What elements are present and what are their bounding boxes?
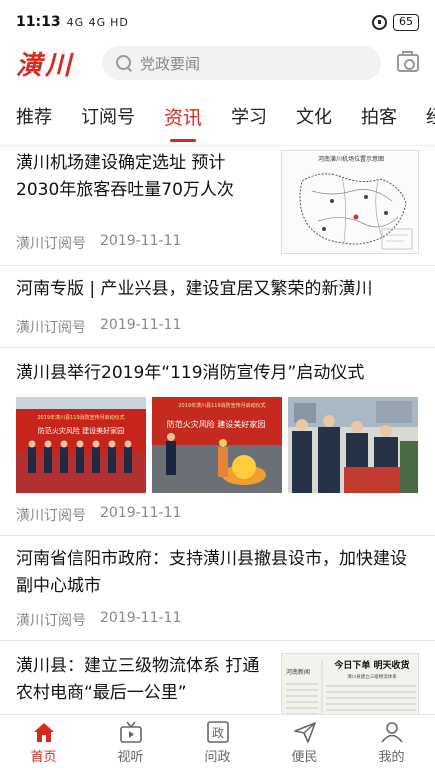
nav-home[interactable]: 首页 [0,715,87,770]
news-date: 2019-11-11 [100,505,182,521]
app-header: 潢川 党政要闻 [0,44,435,82]
map-title: 河南潢川机场位置示意图 [318,155,384,163]
tab-economy[interactable]: 经济 [426,101,435,135]
search-input[interactable]: 党政要闻 [102,46,381,80]
nav-media[interactable]: 视听 [87,715,174,770]
nav-label: 视听 [117,750,144,765]
news-source: 潢川订阅号 [16,320,86,336]
news-title: 河南省信阳市政府：支持潢川县撤县设市，加快建设副中心城市 [16,549,407,596]
news-source: 潢川订阅号 [16,236,86,252]
search-placeholder: 党政要闻 [140,54,201,73]
tv-icon [118,720,144,744]
nav-label: 首页 [30,750,57,765]
user-icon [379,720,405,744]
nav-mine[interactable]: 我的 [348,715,435,770]
news-title: 潢川县：建立三级物流体系 打通农村电商“最后一公里” [16,656,260,703]
photo-banner-text: 2019年潢川县119消防宣传月启动仪式 [37,414,124,421]
home-icon [31,720,57,744]
status-time: 11:13 [16,14,61,30]
news-title: 潢川县举行2019年“119消防宣传月”启动仪式 [16,363,365,383]
svg-text:政: 政 [211,726,223,740]
newspaper-section: 河南新闻 [286,668,310,676]
app-logo: 潢川 [16,50,75,81]
nav-label: 问政 [204,750,231,765]
signal-icon: 4G 4G [66,15,107,29]
photo-banner-text: 2019年潢川县119消防宣传月启动仪式 [178,402,265,409]
nav-inquiry[interactable]: 政 问政 [174,715,261,770]
news-item[interactable]: 河南省信阳市政府：支持潢川县撤县设市，加快建设副中心城市 潢川订阅号 2019-… [0,536,435,641]
newspaper-thumbnail: 河南新闻 今日下单 明天收货 潢川县建立三级物流体系 [281,653,419,714]
event-photo: 2019年潢川县119消防宣传月启动仪式 防范火灾风险 建设美好家园 [16,397,146,493]
nav-label: 便民 [291,750,318,765]
photo-banner-slogan: 防范火灾风险 建设美好家园 [167,419,266,429]
news-item[interactable]: 潢川机场建设确定选址 预计2030年旅客吞吐量70万人次 潢川订阅号 2019-… [0,138,435,266]
photo-banner-slogan: 防范火灾风险 建设美好家园 [38,426,124,435]
news-item[interactable]: 潢川县：建立三级物流体系 打通农村电商“最后一公里” 河南新闻 今日下单 明天收… [0,641,435,714]
battery-icon: 65 [393,13,419,31]
news-date: 2019-11-11 [100,610,182,626]
news-date: 2019-11-11 [100,317,182,333]
search-icon [116,55,132,71]
news-title: 河南专版 | 产业兴县，建设宜居又繁荣的新潢川 [16,279,373,299]
news-source: 潢川订阅号 [16,613,86,629]
news-title: 潢川机场建设确定选址 预计2030年旅客吞吐量70万人次 [16,153,234,200]
bottom-nav: 首页 视听 政 问政 便民 我的 [0,714,435,770]
newspaper-headline: 今日下单 明天收货 [333,659,409,671]
send-icon [292,720,318,744]
event-photo: 2019年潢川县119消防宣传月启动仪式 防范火灾风险 建设美好家园 [152,397,282,493]
map-thumbnail: 河南潢川机场位置示意图 [281,150,419,254]
tab-recommend[interactable]: 推荐 [16,101,52,135]
zheng-icon: 政 [205,720,231,744]
camera-icon[interactable] [397,51,419,72]
tab-news[interactable]: 资讯 [164,101,202,142]
tab-subscription[interactable]: 订阅号 [81,101,135,135]
tab-photographer[interactable]: 拍客 [361,101,397,135]
nav-label: 我的 [378,750,405,765]
alarm-icon [372,14,387,30]
status-bar: 11:13 4G 4G HD 65 [0,0,435,44]
news-item[interactable]: 河南专版 | 产业兴县，建设宜居又繁荣的新潢川 潢川订阅号 2019-11-11 [0,266,435,348]
news-source: 潢川订阅号 [16,508,86,524]
news-date: 2019-11-11 [100,233,182,249]
hd-icon: HD [110,15,129,29]
tab-study[interactable]: 学习 [231,101,267,135]
nav-service[interactable]: 便民 [261,715,348,770]
news-item[interactable]: 潢川县举行2019年“119消防宣传月”启动仪式 2019年潢川县119消防宣传… [0,348,435,536]
event-photo [288,397,418,493]
news-feed: 潢川机场建设确定选址 预计2030年旅客吞吐量70万人次 潢川订阅号 2019-… [0,138,435,714]
tab-culture[interactable]: 文化 [296,101,332,135]
newspaper-subhead: 潢川县建立三级物流体系 [347,673,397,680]
